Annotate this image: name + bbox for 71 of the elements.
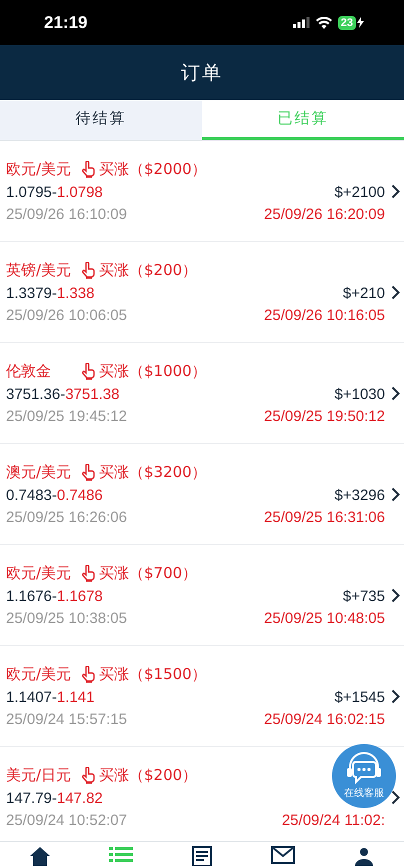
tab[interactable]: 待结算 (0, 100, 202, 140)
profit-amount: $+735 (342, 588, 385, 604)
pair-name: 伦敦金 (6, 362, 52, 380)
pointing-hand-icon (81, 262, 96, 278)
order-row[interactable]: 欧元/美元 买涨（$2000） 1.0795-1.0798 $+2100 25/09/26 16:10:09 25/09/26 16:20:09 (0, 141, 404, 242)
profit-amount: $+2100 (334, 184, 385, 200)
price-range: 1.1676-1.1678 (6, 588, 103, 604)
pair-name: 欧元/美元 (6, 160, 72, 178)
open-time: 25/09/26 10:06:05 (6, 306, 127, 324)
pair-name: 欧元/美元 (6, 664, 72, 684)
close-time: 25/09/25 19:50:12 (264, 408, 385, 424)
pair-name: 欧元/美元 (6, 564, 72, 582)
chevron-right-icon (391, 284, 400, 300)
trade-direction: 买涨（$1000） (99, 362, 207, 380)
battery-indicator: 23 (338, 16, 356, 30)
chevron-right-icon (391, 184, 400, 198)
close-time: 25/09/26 10:16:05 (264, 306, 385, 324)
headset-chat-icon (344, 752, 384, 786)
pointing-hand-icon (81, 464, 96, 480)
chevron-right-icon (391, 486, 400, 502)
trade-direction: 买涨（$700） (99, 564, 198, 582)
chevron-right-icon (391, 386, 400, 400)
trade-direction: 买涨（$200） (99, 766, 198, 784)
close-time: 25/09/24 11:02: (282, 812, 385, 828)
trade-direction: 买涨（$2000） (99, 160, 207, 178)
status-time: 21:19 (44, 12, 88, 32)
price-range: 0.7483-0.7486 (6, 486, 103, 504)
price-range: 1.0795-1.0798 (6, 184, 103, 200)
order-row[interactable]: 澳元/美元 买涨（$3200） 0.7483-0.7486 $+3296 25/09/25 16:26:06 25/09/25 16:31:06 (0, 444, 404, 545)
profit-amount: $+3296 (334, 486, 385, 504)
pointing-hand-icon (81, 160, 96, 178)
order-row[interactable]: 欧元/美元 买涨（$700） 1.1676-1.1678 $+735 25/09/25 10:38:05 25/09/25 10:48:05 (0, 545, 404, 646)
price-range: 1.3379-1.338 (6, 284, 94, 302)
document-icon (192, 846, 212, 866)
close-time: 25/09/25 16:31:06 (264, 508, 385, 526)
open-time: 25/09/25 16:26:06 (6, 508, 127, 526)
signal-icon (292, 17, 310, 28)
close-time: 25/09/26 16:20:09 (264, 206, 385, 222)
price-range: 1.1407-1.141 (6, 688, 94, 706)
pointing-hand-icon (81, 362, 96, 380)
home-icon (29, 846, 52, 866)
chevron-right-icon (391, 688, 400, 704)
close-time: 25/09/25 10:48:05 (264, 610, 385, 626)
page-title: 订单 (181, 60, 223, 86)
profit-amount: $+1030 (334, 386, 385, 402)
order-row[interactable]: 英镑/美元 买涨（$200） 1.3379-1.338 $+210 25/09/26 10:06:05 25/09/26 10:16:05 (0, 242, 404, 343)
open-time: 25/09/25 10:38:05 (6, 610, 127, 626)
person-icon (354, 846, 374, 866)
order-row[interactable]: 伦敦金 买涨（$1000） 3751.36-3751.38 $+1030 25/09/25 19:45:12 25/09/25 19:50:12 (0, 343, 404, 444)
trade-direction: 买涨（$3200） (99, 462, 207, 482)
trade-direction: 买涨（$200） (99, 260, 198, 280)
price-range: 147.79-147.82 (6, 790, 103, 806)
wifi-icon (316, 16, 332, 28)
pointing-hand-icon (81, 766, 96, 784)
open-time: 25/09/26 16:10:09 (6, 206, 127, 222)
trade-direction: 买涨（$1500） (99, 664, 207, 684)
pointing-hand-icon (81, 666, 96, 682)
open-time: 25/09/24 15:57:15 (6, 710, 127, 728)
open-time: 25/09/24 10:52:07 (6, 812, 127, 828)
pair-name: 美元/日元 (6, 766, 72, 784)
profit-amount: $+210 (342, 284, 385, 302)
chevron-right-icon (391, 790, 400, 804)
chevron-right-icon (391, 588, 400, 602)
price-range: 3751.36-3751.38 (6, 386, 120, 402)
mail-icon (270, 846, 295, 864)
open-time: 25/09/25 19:45:12 (6, 408, 127, 424)
pointing-hand-icon (81, 564, 96, 582)
close-time: 25/09/24 16:02:15 (264, 710, 385, 728)
profit-amount: $+1545 (334, 688, 385, 706)
pair-name: 澳元/美元 (6, 462, 72, 482)
pair-name: 英镑/美元 (6, 260, 72, 280)
